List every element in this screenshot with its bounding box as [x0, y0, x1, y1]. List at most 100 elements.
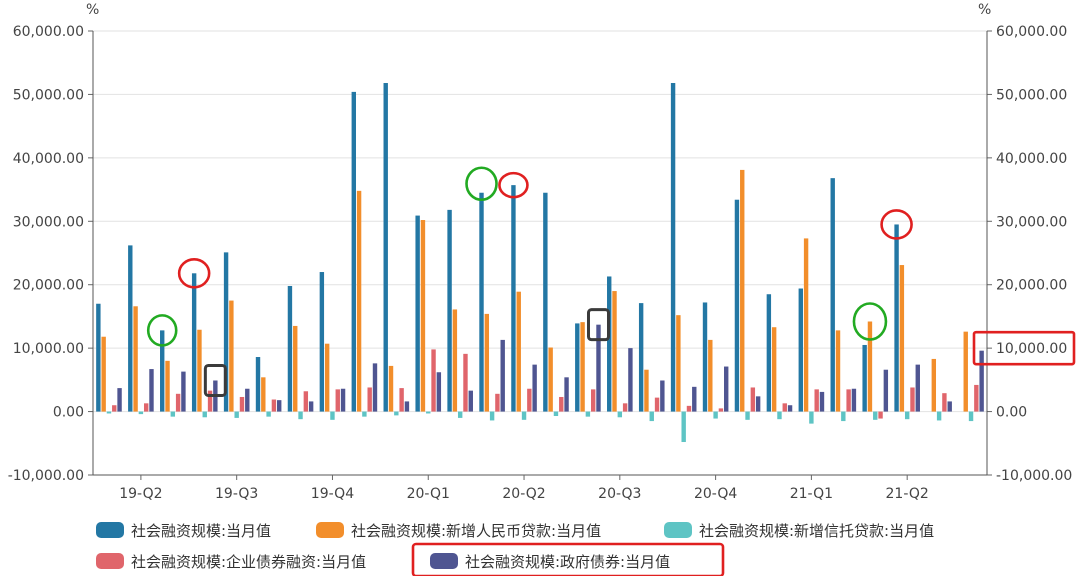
bar-series-1 [447, 209, 452, 412]
bar-series-5 [628, 348, 633, 412]
bar-series-2 [867, 321, 873, 412]
bar-series-3 [649, 411, 654, 422]
bar-series-5 [308, 401, 314, 412]
bar-series-4 [399, 388, 404, 412]
bar-series-1 [511, 185, 516, 412]
bar-series-3 [841, 411, 846, 422]
bar-series-2 [740, 169, 745, 412]
bar-series-2 [388, 365, 394, 412]
bar-series-3 [330, 411, 335, 420]
bar-series-1 [479, 192, 484, 412]
bar-series-1 [96, 303, 101, 412]
right-tick-label: 10,000.00 [996, 341, 1067, 357]
bar-series-1 [383, 83, 388, 412]
bar-series-1 [160, 330, 165, 412]
legend-swatch [316, 522, 344, 538]
bar-series-4 [590, 389, 596, 412]
bar-series-5 [660, 380, 665, 412]
bar-series-4 [271, 399, 277, 412]
bar-series-4 [207, 390, 213, 412]
bar-series-4 [846, 389, 851, 412]
left-axis-unit: % [86, 2, 99, 18]
bar-series-1 [319, 272, 325, 412]
bar-series-3 [617, 411, 623, 418]
bar-series-3 [457, 411, 463, 418]
left-tick-label: 0.00 [53, 405, 84, 421]
axes: % % -10,000.00 -10,000.00 0.00 0.00 10,000.0… [8, 2, 1073, 502]
bar-series-4 [367, 387, 372, 412]
bar-series-3 [968, 411, 974, 422]
bar-series-5 [915, 364, 920, 412]
right-tick-label: 0.00 [996, 405, 1027, 421]
bar-series-4 [143, 403, 149, 412]
bar-series-5 [149, 369, 154, 412]
bar-series-5 [340, 388, 346, 412]
legend-label: 社会融资规模:新增人民币贷款:当月值 [351, 522, 601, 540]
bar-series-3 [585, 411, 591, 417]
bar-series-3 [202, 411, 207, 418]
bar-series-5 [947, 401, 952, 412]
chart-canvas: % % -10,000.00 -10,000.00 0.00 0.00 10,000.0… [8, 2, 1076, 576]
bar-series-5 [724, 366, 729, 412]
bar-series-2 [580, 322, 585, 412]
bar-series-4 [335, 389, 340, 412]
bar-series-2 [133, 306, 138, 412]
bar-series-3 [777, 411, 782, 420]
x-tick-label: 20-Q1 [407, 486, 450, 502]
bar-series-3 [873, 411, 878, 420]
right-tick-label: 60,000.00 [996, 24, 1067, 40]
bar-series-3 [809, 411, 814, 424]
bar-series-5 [468, 390, 473, 412]
bar-series-5 [500, 339, 505, 412]
bar-series-4 [942, 393, 947, 412]
bar-series-5 [532, 364, 537, 412]
left-tick-label: 10,000.00 [13, 341, 84, 357]
bar-series-3 [298, 411, 303, 420]
bar-series-3 [489, 411, 495, 421]
bar-series-1 [830, 178, 835, 412]
bar-series-4 [495, 393, 500, 412]
bar-series-1 [287, 285, 293, 412]
left-tick-label: -10,000.00 [8, 468, 84, 484]
bar-series-4 [527, 388, 532, 412]
bar-series-1 [702, 302, 708, 412]
right-tick-label: 40,000.00 [996, 151, 1067, 167]
bar-series-3 [936, 411, 942, 421]
bar-series-3 [394, 411, 399, 416]
bar-series-5 [181, 371, 186, 412]
bar-series-4 [463, 353, 468, 412]
bar-series-2 [452, 309, 458, 412]
bar-series-2 [101, 336, 106, 412]
bar-series-2 [516, 291, 521, 412]
bar-series-5 [564, 377, 569, 412]
bar-series-3 [745, 411, 750, 420]
legend-label: 社会融资规模:当月值 [131, 522, 271, 540]
legend-label: 社会融资规模:企业债券融资:当月值 [131, 553, 366, 571]
x-tick-label: 20-Q3 [598, 486, 641, 502]
bar-series-4 [175, 393, 181, 412]
bar-series-5 [692, 386, 697, 412]
bar-series-3 [904, 411, 910, 420]
bar-series-1 [734, 199, 740, 412]
bar-series-4 [654, 397, 660, 412]
bar-series-5 [245, 388, 250, 412]
bar-series-4 [750, 387, 756, 412]
x-tick-label: 19-Q4 [311, 486, 354, 502]
x-tick-label: 19-Q2 [119, 486, 162, 502]
bar-series-3 [234, 411, 239, 418]
left-tick-label: 50,000.00 [13, 87, 84, 103]
bar-series-3 [426, 411, 431, 414]
bar-series-5 [979, 350, 984, 412]
bar-series-1 [638, 303, 644, 412]
bar-series-2 [356, 190, 362, 412]
bar-series-4 [303, 391, 309, 412]
legend-swatch [430, 553, 458, 569]
bar-series-2 [548, 347, 553, 412]
legend-label: 社会融资规模:新增信托贷款:当月值 [699, 522, 934, 540]
bar-series-5 [372, 363, 378, 412]
x-tick-label: 20-Q2 [502, 486, 545, 502]
bar-series-4 [112, 405, 117, 412]
bar-series-3 [713, 411, 718, 419]
bar-series-2 [420, 220, 426, 412]
bar-series-2 [484, 313, 490, 412]
